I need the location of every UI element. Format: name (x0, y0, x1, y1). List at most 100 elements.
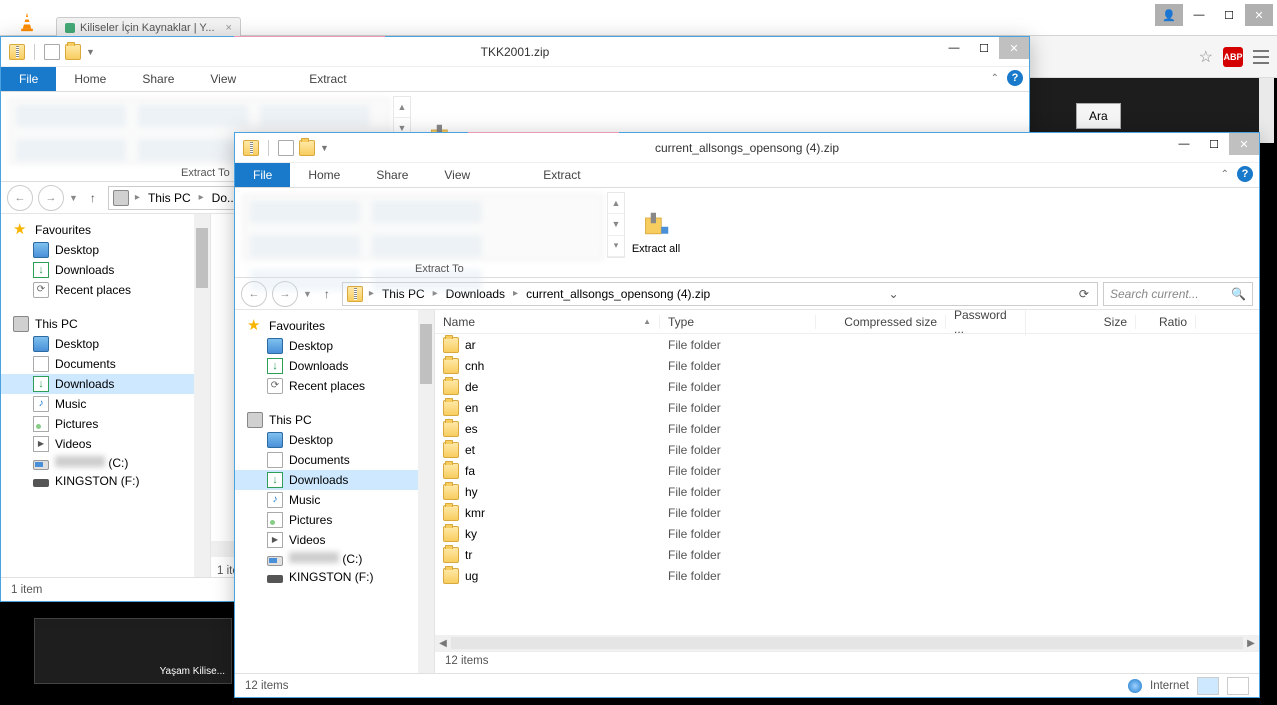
file-row-kmr[interactable]: kmrFile folder (435, 502, 1259, 523)
bg-user-button[interactable]: 👤 (1155, 4, 1183, 26)
browser-menu-icon[interactable] (1253, 50, 1269, 64)
file-row-ky[interactable]: kyFile folder (435, 523, 1259, 544)
bg-maximize-button[interactable]: ☐ (1215, 4, 1243, 26)
file-row-en[interactable]: enFile folder (435, 397, 1259, 418)
extract-tab-front[interactable]: Extract (525, 163, 598, 187)
file-row-es[interactable]: esFile folder (435, 418, 1259, 439)
back-button-back[interactable]: ← (7, 185, 33, 211)
tree-item-pictures[interactable]: Pictures (235, 510, 434, 530)
file-row-de[interactable]: deFile folder (435, 376, 1259, 397)
extract-all-button-front[interactable]: Extract all (631, 192, 681, 273)
maximize-button-back[interactable]: ☐ (969, 37, 999, 59)
refresh-icon[interactable]: ⟳ (1075, 287, 1093, 301)
crumb-thispc-back[interactable]: This PC (146, 191, 193, 205)
hscroll-right-icon[interactable]: ▶ (1243, 638, 1259, 649)
crumb-zip-front[interactable]: current_allsongs_opensong (4).zip (524, 287, 712, 301)
browser-scrollbar[interactable] (1259, 78, 1274, 143)
tree-item-music[interactable]: Music (1, 394, 210, 414)
file-list[interactable]: arFile foldercnhFile folderdeFile folder… (435, 334, 1259, 635)
qat-dropdown-icon-front[interactable]: ▼ (320, 143, 329, 153)
tree-item-desktop[interactable]: Desktop (235, 336, 434, 356)
titlebar-front[interactable]: ▼ current_allsongs_opensong (4).zip — ☐ … (235, 133, 1259, 163)
tree-item-downloads[interactable]: Downloads (235, 470, 434, 490)
gallery-spinner-front[interactable]: ▲▼▾ (607, 192, 625, 258)
minimize-button-back[interactable]: — (939, 37, 969, 59)
abp-extension-icon[interactable]: ABP (1223, 47, 1243, 67)
extract-gallery-front[interactable] (243, 194, 603, 260)
qat-newfolder-icon[interactable] (65, 44, 81, 60)
file-hscroll-front[interactable]: ◀ ▶ (435, 635, 1259, 651)
tree-item--c-[interactable]: (C:) (1, 454, 210, 472)
bg-close-button[interactable]: ✕ (1245, 4, 1273, 26)
file-row-fa[interactable]: faFile folder (435, 460, 1259, 481)
view-icons-toggle[interactable] (1227, 677, 1249, 695)
col-compressed-size[interactable]: Compressed size (816, 315, 946, 329)
addr-dropdown-icon[interactable]: ⌄ (885, 287, 903, 301)
tree-item-desktop[interactable]: Desktop (1, 240, 210, 260)
up-button-back[interactable]: ↑ (83, 188, 103, 208)
extract-tab-back[interactable]: Extract (291, 67, 364, 91)
file-row-cnh[interactable]: cnhFile folder (435, 355, 1259, 376)
tree-item-kingston-f-[interactable]: KINGSTON (F:) (235, 568, 434, 586)
history-dropdown-back[interactable]: ▼ (69, 193, 78, 203)
tree-item-videos[interactable]: Videos (235, 530, 434, 550)
browser-tab[interactable]: Kiliseler İçin Kaynaklar | Y... × (56, 17, 241, 37)
file-row-tr[interactable]: trFile folder (435, 544, 1259, 565)
qat-properties-icon[interactable] (44, 44, 60, 60)
qat-dropdown-icon[interactable]: ▼ (86, 47, 95, 57)
tree-item-desktop[interactable]: Desktop (1, 334, 210, 354)
file-tab-front[interactable]: File (235, 163, 290, 187)
tree-item-recent-places[interactable]: Recent places (235, 376, 434, 396)
qat-newfolder-icon-front[interactable] (299, 140, 315, 156)
col-size[interactable]: Size (1026, 315, 1136, 329)
col-ratio[interactable]: Ratio (1136, 315, 1196, 329)
home-tab-front[interactable]: Home (290, 163, 358, 187)
tree-item-kingston-f-[interactable]: KINGSTON (F:) (1, 472, 210, 490)
minimize-button-front[interactable]: — (1169, 133, 1199, 155)
tree-item-recent-places[interactable]: Recent places (1, 280, 210, 300)
view-tab-back[interactable]: View (192, 67, 254, 91)
tree-item-documents[interactable]: Documents (1, 354, 210, 374)
tab-close-icon[interactable]: × (226, 22, 232, 34)
help-icon-back[interactable]: ? (1007, 70, 1023, 86)
vlc-video-thumbnail[interactable]: Yaşam Kilise... (34, 618, 232, 684)
titlebar-back[interactable]: ▼ TKK2001.zip — ☐ ✕ (1, 37, 1029, 67)
tree-thispc-header[interactable]: This PC (1, 314, 210, 334)
ara-button[interactable]: Ara (1076, 103, 1121, 129)
hscroll-left-icon[interactable]: ◀ (435, 638, 451, 649)
tree-scrollbar-back[interactable] (194, 214, 210, 577)
share-tab-back[interactable]: Share (124, 67, 192, 91)
tree-item-downloads[interactable]: Downloads (235, 356, 434, 376)
ribbon-collapse-icon-front[interactable]: ⌃ (1221, 169, 1229, 180)
tree-item-downloads[interactable]: Downloads (1, 374, 210, 394)
tree-thispc-header[interactable]: This PC (235, 410, 434, 430)
tree-item--c-[interactable]: (C:) (235, 550, 434, 568)
tree-favourites-header[interactable]: ★Favourites (1, 220, 210, 240)
view-tab-front[interactable]: View (426, 163, 488, 187)
file-tab-back[interactable]: File (1, 67, 56, 91)
tree-item-pictures[interactable]: Pictures (1, 414, 210, 434)
tree-item-documents[interactable]: Documents (235, 450, 434, 470)
ribbon-collapse-icon[interactable]: ⌃ (991, 73, 999, 84)
bg-minimize-button[interactable]: — (1185, 4, 1213, 26)
tree-item-desktop[interactable]: Desktop (235, 430, 434, 450)
close-button-back[interactable]: ✕ (999, 37, 1029, 59)
col-name[interactable]: Name▲ (435, 315, 660, 329)
file-row-ar[interactable]: arFile folder (435, 334, 1259, 355)
file-row-et[interactable]: etFile folder (435, 439, 1259, 460)
nav-tree-front[interactable]: ★FavouritesDesktopDownloadsRecent places… (235, 310, 435, 673)
home-tab-back[interactable]: Home (56, 67, 124, 91)
tree-item-music[interactable]: Music (235, 490, 434, 510)
nav-tree-back[interactable]: ★FavouritesDesktopDownloadsRecent places… (1, 214, 211, 577)
forward-button-back[interactable]: → (38, 185, 64, 211)
tree-scrollbar-front[interactable] (418, 310, 434, 673)
bookmark-star-icon[interactable]: ☆ (1199, 47, 1213, 67)
tree-item-videos[interactable]: Videos (1, 434, 210, 454)
help-icon-front[interactable]: ? (1237, 166, 1253, 182)
share-tab-front[interactable]: Share (358, 163, 426, 187)
col-password[interactable]: Password ... (946, 310, 1026, 336)
qat-properties-icon-front[interactable] (278, 140, 294, 156)
tree-favourites-header[interactable]: ★Favourites (235, 316, 434, 336)
tree-item-downloads[interactable]: Downloads (1, 260, 210, 280)
file-row-ug[interactable]: ugFile folder (435, 565, 1259, 586)
